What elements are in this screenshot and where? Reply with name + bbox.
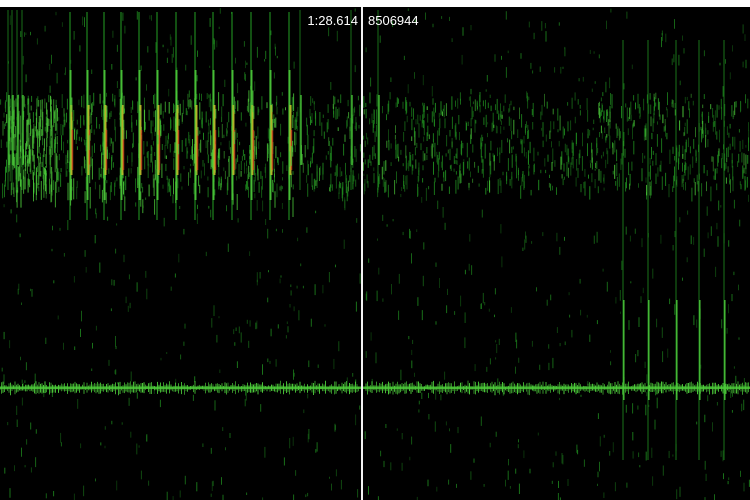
spectrogram-viewer: 1:28.614 8506944 (0, 0, 750, 500)
playhead-cursor[interactable] (361, 7, 363, 500)
spectrogram-display[interactable] (0, 0, 750, 500)
sample-position-readout: 8506944 (368, 13, 419, 28)
top-edge-bar (0, 0, 750, 7)
low-band-line (0, 386, 750, 389)
time-readout: 1:28.614 (307, 13, 358, 28)
